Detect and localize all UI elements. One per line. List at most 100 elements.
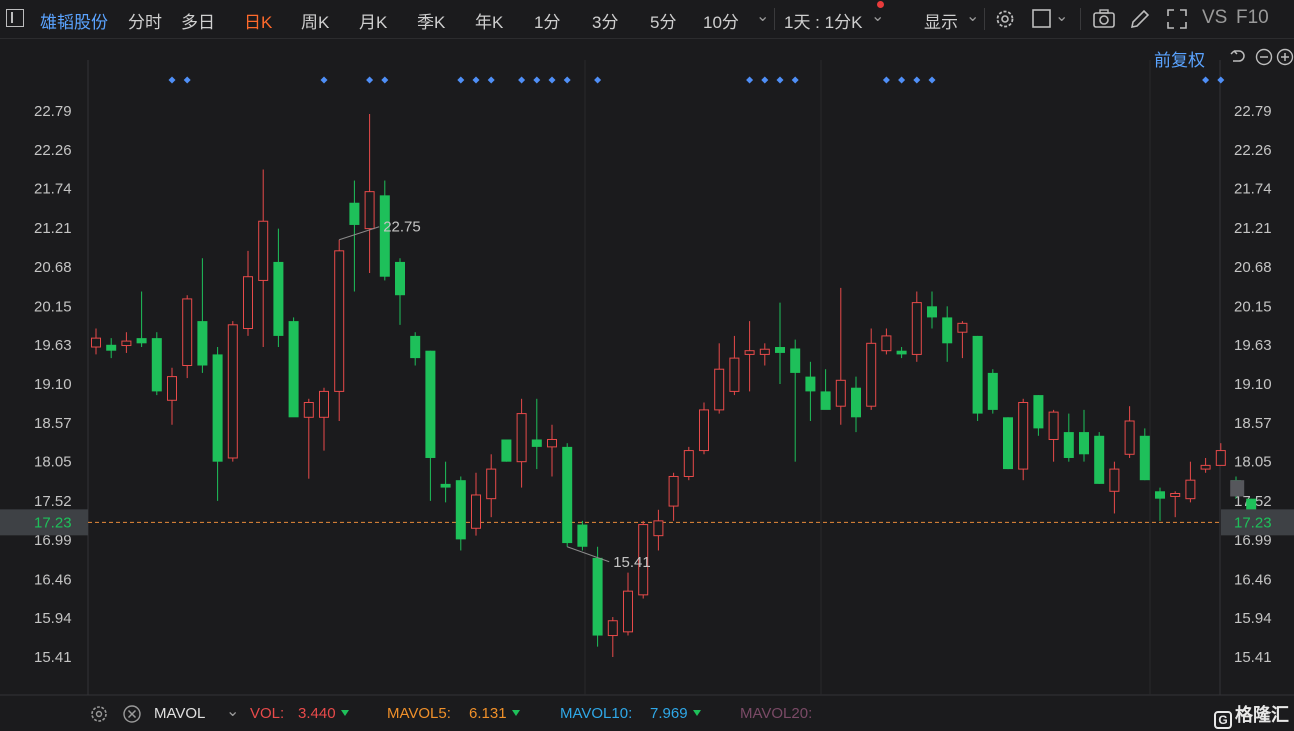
event-marker bbox=[183, 76, 191, 84]
zoom-in-icon[interactable] bbox=[1276, 48, 1294, 71]
event-marker bbox=[563, 76, 571, 84]
candle-body bbox=[1185, 479, 1196, 500]
candle-body bbox=[577, 524, 588, 547]
candle-body bbox=[927, 306, 937, 318]
chevron-down-icon[interactable]: ⌄ bbox=[756, 6, 769, 26]
event-marker bbox=[913, 76, 921, 84]
tab-period[interactable]: 5分 bbox=[650, 8, 676, 33]
tab-period[interactable]: 月K bbox=[359, 8, 387, 33]
y-tick-label-right: 21.21 bbox=[1234, 220, 1272, 237]
y-tick-label-left: 22.79 bbox=[34, 103, 72, 120]
tab-period[interactable]: 分时 bbox=[128, 8, 162, 33]
candle-body bbox=[714, 368, 725, 411]
tab-period-active[interactable]: 日K bbox=[244, 8, 272, 33]
candle-body bbox=[547, 438, 557, 448]
event-marker bbox=[320, 76, 328, 84]
y-tick-label-left: 16.46 bbox=[34, 571, 72, 588]
sidebar-toggle-icon[interactable] bbox=[6, 9, 24, 27]
event-marker bbox=[533, 76, 541, 84]
divider bbox=[774, 8, 775, 30]
candle-body bbox=[106, 344, 117, 351]
candle-body bbox=[319, 390, 329, 418]
pencil-icon[interactable] bbox=[1128, 7, 1152, 31]
camera-icon[interactable] bbox=[1092, 7, 1116, 31]
candle-body bbox=[258, 220, 269, 281]
y-tick-label-left: 20.15 bbox=[34, 298, 72, 315]
y-tick-label-left: 19.10 bbox=[34, 376, 72, 393]
y-tick-label-left: 20.68 bbox=[34, 259, 72, 276]
y-tick-label-right: 16.46 bbox=[1234, 571, 1272, 588]
candle-body bbox=[303, 401, 314, 418]
event-marker bbox=[168, 76, 176, 84]
candle-body bbox=[1079, 432, 1089, 455]
f10-button[interactable]: F10 bbox=[1236, 7, 1269, 29]
candle-body bbox=[805, 376, 816, 392]
y-tick-label-left: 19.63 bbox=[34, 337, 72, 354]
candle-body bbox=[866, 342, 877, 407]
candle-body bbox=[243, 276, 253, 330]
y-tick-label-right: 18.57 bbox=[1234, 415, 1272, 432]
candle-body bbox=[607, 620, 618, 637]
event-marker bbox=[882, 76, 890, 84]
zoom-out-icon[interactable] bbox=[1255, 48, 1273, 71]
stock-name: 雄韬股份 bbox=[40, 13, 108, 32]
tab-period[interactable]: 1分 bbox=[534, 8, 560, 33]
candle-body bbox=[379, 195, 390, 277]
candle-body bbox=[455, 480, 466, 540]
event-marker bbox=[366, 76, 374, 84]
mavol10-label: MAVOL10: bbox=[560, 705, 633, 722]
candle-body bbox=[562, 446, 573, 544]
candle-body bbox=[1109, 468, 1120, 492]
tab-period[interactable]: 周K bbox=[301, 8, 329, 33]
tab-period[interactable]: 10分 bbox=[703, 8, 739, 33]
tab-period[interactable]: 年K bbox=[475, 8, 503, 33]
chevron-down-icon[interactable]: ⌄ bbox=[966, 6, 979, 26]
y-tick-label-left: 21.74 bbox=[34, 181, 72, 198]
g-logo-icon: G bbox=[1214, 711, 1232, 729]
low-leader-line bbox=[567, 546, 610, 563]
mavol5-value: 6.131 bbox=[469, 705, 520, 722]
candle-body bbox=[364, 191, 375, 230]
y-tick-label-right: 22.26 bbox=[1234, 142, 1272, 159]
y-tick-label-left: 17.52 bbox=[34, 493, 72, 510]
chevron-down-icon[interactable]: ⌄ bbox=[226, 701, 239, 721]
candle-body bbox=[1200, 464, 1211, 470]
tab-period[interactable]: 多日 bbox=[181, 8, 215, 33]
adjust-mode-label[interactable]: 前复权 bbox=[1154, 46, 1205, 71]
candle-body bbox=[1124, 420, 1135, 455]
candle-body bbox=[410, 335, 421, 359]
divider bbox=[1080, 8, 1081, 30]
y-tick-label-right: 15.41 bbox=[1234, 649, 1272, 666]
candle-body bbox=[1139, 435, 1150, 481]
candle-body bbox=[744, 350, 755, 355]
candle-body bbox=[729, 357, 740, 392]
undo-icon[interactable] bbox=[1228, 48, 1246, 71]
square-icon[interactable] bbox=[1030, 7, 1054, 31]
vs-button[interactable]: VS bbox=[1202, 7, 1227, 29]
low-price-label: 15.41 bbox=[613, 554, 651, 571]
chevron-down-icon[interactable]: ⌄ bbox=[1055, 6, 1068, 26]
event-marker bbox=[1202, 76, 1210, 84]
event-marker bbox=[487, 76, 495, 84]
y-tick-label-right: 19.10 bbox=[1234, 376, 1272, 393]
y-tick-label-right: 19.63 bbox=[1234, 337, 1272, 354]
y-tick-label-right: 15.94 bbox=[1234, 610, 1272, 627]
notification-dot bbox=[877, 1, 884, 8]
candle-body bbox=[1094, 435, 1105, 484]
candle-body bbox=[911, 302, 922, 355]
chevron-down-icon[interactable]: ⌄ bbox=[871, 6, 884, 26]
display-menu[interactable]: 显示 bbox=[924, 8, 958, 33]
fullscreen-icon[interactable] bbox=[1165, 7, 1189, 31]
candle-body bbox=[425, 350, 436, 458]
close-icon[interactable] bbox=[122, 704, 142, 729]
gear-icon[interactable] bbox=[993, 7, 1017, 31]
tab-period[interactable]: 季K bbox=[417, 8, 445, 33]
candle-body bbox=[136, 338, 147, 344]
y-tick-label-right: 20.68 bbox=[1234, 259, 1272, 276]
settings-icon[interactable] bbox=[89, 704, 109, 729]
range-selector[interactable]: 1天 : 1分K bbox=[784, 8, 862, 33]
tab-period[interactable]: 3分 bbox=[592, 8, 618, 33]
indicator-name[interactable]: MAVOL bbox=[154, 705, 205, 722]
y-tick-label-right: 20.15 bbox=[1234, 298, 1272, 315]
y-tick-label-right: 18.05 bbox=[1234, 454, 1272, 471]
